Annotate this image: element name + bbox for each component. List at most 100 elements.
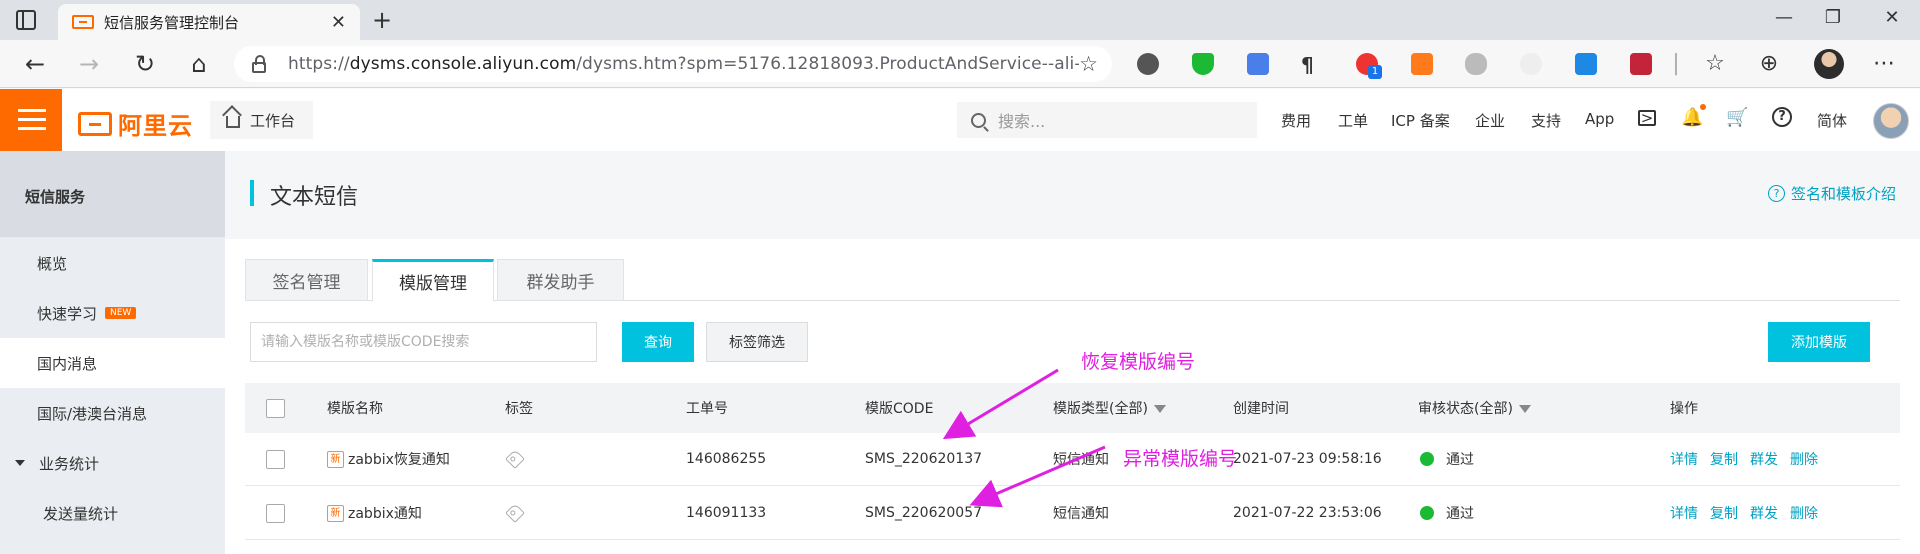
tab-bulk-send[interactable]: 群发助手 [497, 259, 624, 301]
profile-avatar[interactable] [1814, 49, 1844, 79]
extension-translate-icon[interactable] [1247, 53, 1269, 75]
extension-satellite-icon[interactable] [1137, 53, 1159, 75]
column-header-tag: 标签 [505, 401, 533, 417]
nav-link-fee[interactable]: 费用 [1281, 110, 1311, 131]
extension-paragraph-icon[interactable]: ¶ [1301, 53, 1323, 77]
add-template-button[interactable]: 添加模版 [1768, 322, 1870, 362]
tab-label: 群发助手 [526, 272, 595, 293]
extension-mouse-icon[interactable] [1465, 53, 1487, 75]
nav-link-app[interactable]: App [1585, 110, 1614, 128]
cart-icon[interactable]: 🛒 [1726, 107, 1748, 129]
row-checkbox[interactable] [266, 503, 285, 523]
template-name: zabbix恢复通知 [348, 452, 450, 468]
created-time: 2021-07-23 09:58:16 [1233, 451, 1382, 467]
bulk-send-link[interactable]: 群发 [1750, 449, 1778, 469]
nav-link-icp[interactable]: ICP 备案 [1391, 110, 1450, 131]
actions-cell: 详情 复制 群发 删除 [1670, 433, 1830, 485]
sidebar-item-label: 业务统计 [39, 454, 100, 473]
back-button[interactable]: ← [21, 50, 49, 78]
tag-icon[interactable] [505, 503, 525, 523]
workbench-button[interactable]: 工作台 [210, 101, 313, 139]
reload-button[interactable]: ↻ [131, 50, 159, 78]
sidebar-item-business-stats[interactable]: 业务统计 [0, 438, 225, 488]
template-search-input[interactable] [250, 322, 597, 362]
template-name-cell: 新 zabbix通知 [327, 487, 422, 539]
template-name: zabbix通知 [348, 506, 422, 522]
column-header-type[interactable]: 模版类型(全部) [1053, 383, 1166, 433]
table-header: 模版名称 标签 工单号 模版CODE 模版类型(全部) 创建时间 审核状态(全部… [245, 383, 1900, 433]
forward-button[interactable]: → [75, 50, 103, 78]
extension-orange-icon[interactable] [1411, 53, 1433, 75]
browser-tab[interactable]: 短信服务管理控制台 ✕ [58, 4, 360, 40]
ticket-number: 146086255 [686, 451, 767, 467]
menu-icon[interactable] [0, 89, 62, 151]
tab-label: 签名管理 [272, 272, 341, 293]
select-all-checkbox[interactable] [266, 398, 285, 418]
sidebar-item-international[interactable]: 国际/港澳台消息 [0, 388, 225, 438]
help-icon[interactable]: ? [1772, 107, 1792, 127]
sidebar-item-label: 国内消息 [37, 354, 98, 373]
created-time: 2021-07-22 23:53:06 [1233, 505, 1382, 521]
bell-icon[interactable]: 🔔 [1681, 107, 1703, 129]
extension-shield-icon[interactable] [1192, 53, 1214, 75]
tab-actions-icon[interactable] [16, 10, 36, 30]
query-button[interactable]: 查询 [622, 322, 694, 362]
detail-link[interactable]: 详情 [1670, 449, 1698, 469]
sidebar-item-domestic[interactable]: 国内消息 [0, 338, 225, 388]
detail-link[interactable]: 详情 [1670, 503, 1698, 523]
lock-icon[interactable] [252, 54, 266, 73]
copy-link[interactable]: 复制 [1710, 503, 1738, 523]
language-switch[interactable]: 简体 [1817, 110, 1847, 131]
nav-link-support[interactable]: 支持 [1531, 110, 1561, 131]
new-tab-button[interactable]: + [372, 6, 392, 34]
favorite-star-icon[interactable]: ☆ [1079, 52, 1098, 76]
extension-red-icon[interactable] [1630, 53, 1652, 75]
new-template-badge: 新 [327, 504, 344, 522]
template-code: SMS_220620137 [865, 451, 983, 467]
tab-signature[interactable]: 签名管理 [245, 259, 368, 301]
extension-block-icon[interactable]: 1 [1356, 53, 1382, 79]
annotation-recover-label: 恢复模版编号 [1081, 351, 1196, 373]
restore-button[interactable]: ❐ [1823, 7, 1843, 28]
sidebar-item-overview[interactable]: 概览 [0, 238, 225, 288]
status-text: 通过 [1446, 452, 1474, 468]
favorites-icon[interactable]: ☆ [1701, 50, 1729, 78]
url-field[interactable]: https://dysms.console.aliyun.com/dysms.h… [234, 46, 1112, 82]
more-menu-icon[interactable]: ⋯ [1870, 50, 1898, 78]
sidebar-item-quick-learn[interactable]: 快速学习 NEW [0, 288, 225, 338]
minimize-button[interactable]: — [1774, 7, 1794, 28]
new-badge: NEW [105, 307, 137, 319]
tab-template[interactable]: 模版管理 [372, 259, 494, 302]
console-search-input[interactable]: 搜索... [957, 102, 1257, 138]
sidebar-item-send-stats[interactable]: 发送量统计 [0, 488, 225, 538]
copy-link[interactable]: 复制 [1710, 449, 1738, 469]
home-button[interactable]: ⌂ [185, 50, 213, 78]
user-avatar[interactable] [1873, 103, 1909, 139]
terminal-icon[interactable]: > [1638, 110, 1656, 126]
status-dot [1420, 452, 1434, 466]
delete-link[interactable]: 删除 [1790, 449, 1818, 469]
delete-link[interactable]: 删除 [1790, 503, 1818, 523]
filter-icon[interactable] [1518, 405, 1531, 413]
filter-icon[interactable] [1153, 405, 1166, 413]
browser-tab-bar: 短信服务管理控制台 ✕ + — ❐ ✕ [0, 0, 1920, 40]
aliyun-logo[interactable]: 阿里云 [78, 106, 193, 141]
column-header-status[interactable]: 审核状态(全部) [1418, 383, 1531, 433]
extension-pen-icon[interactable] [1520, 53, 1542, 75]
help-link[interactable]: ? 签名和模板介绍 [1767, 183, 1896, 204]
tag-filter-button[interactable]: 标签筛选 [706, 322, 808, 362]
bulk-send-link[interactable]: 群发 [1750, 503, 1778, 523]
collections-icon[interactable]: ⊕ [1755, 50, 1783, 78]
aliyun-logo-icon [78, 111, 112, 136]
nav-link-ticket[interactable]: 工单 [1338, 110, 1368, 131]
window-close-button[interactable]: ✕ [1882, 7, 1902, 28]
nav-link-enterprise[interactable]: 企业 [1475, 110, 1505, 131]
tag-icon[interactable] [505, 449, 525, 469]
status-dot [1420, 506, 1434, 520]
extension-badge: 1 [1368, 65, 1382, 79]
tab-close-icon[interactable]: ✕ [331, 12, 346, 33]
template-type: 短信通知 [1053, 506, 1109, 522]
extension-blue-icon[interactable] [1575, 53, 1597, 75]
row-checkbox[interactable] [266, 449, 285, 469]
table-row: 新 zabbix通知 146091133 SMS_220620057 短信通知 2… [245, 487, 1900, 540]
